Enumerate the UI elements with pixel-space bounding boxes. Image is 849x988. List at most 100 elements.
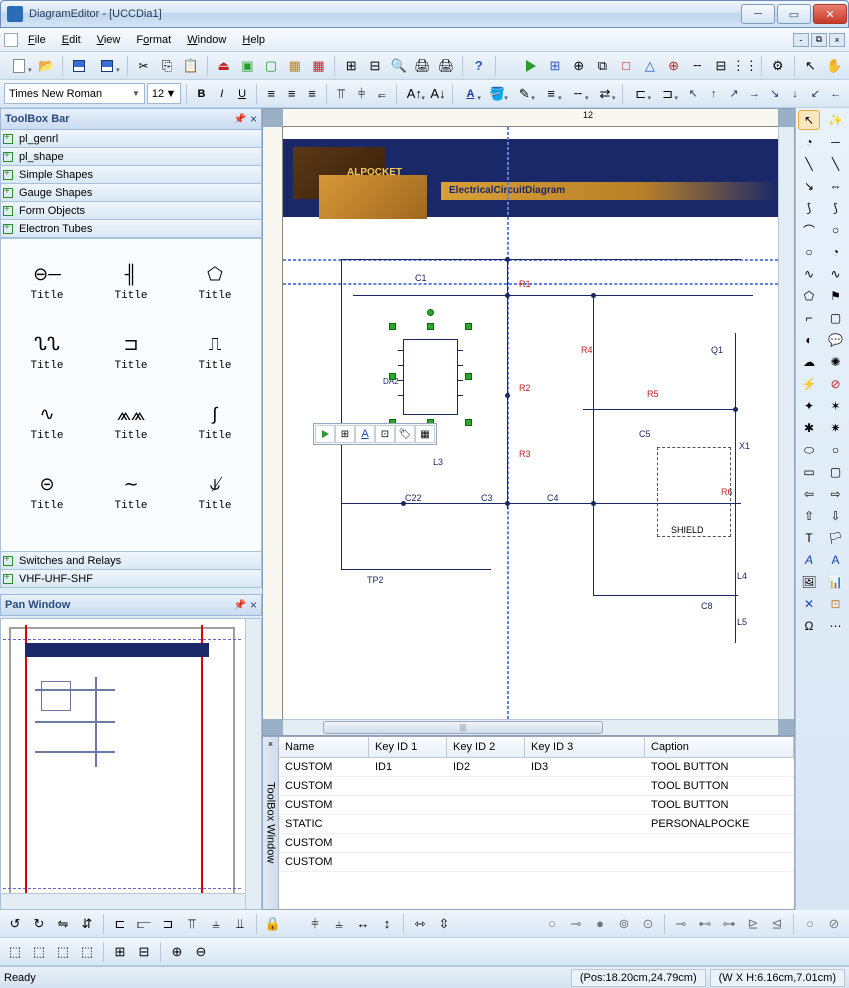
circle-tool[interactable]: ○	[825, 220, 847, 240]
copy-button[interactable]: ⎘	[156, 55, 178, 77]
spline-tool[interactable]: ∿	[798, 264, 820, 284]
select-tool[interactable]: ↖	[798, 110, 820, 130]
align-t-button[interactable]: ⫪	[181, 913, 203, 935]
ruler-vertical[interactable]	[263, 127, 283, 719]
rect-tool[interactable]: ▭	[798, 462, 820, 482]
resize-handle[interactable]	[389, 323, 396, 330]
canvas-scrollbar-vertical[interactable]	[778, 127, 794, 719]
distribute-v-button[interactable]: ⫨	[328, 913, 350, 935]
wand-tool[interactable]: ✨	[825, 110, 847, 130]
minimize-button[interactable]: ─	[741, 4, 775, 24]
ctx-grid-button[interactable]: ⊞	[335, 425, 355, 443]
callout-tool[interactable]: ◐	[798, 330, 820, 350]
maximize-button[interactable]: ▭	[777, 4, 811, 24]
resize-handle[interactable]	[465, 419, 472, 426]
conn-3-button[interactable]: ●	[589, 913, 611, 935]
toolbox-category[interactable]: pl_shape	[0, 148, 262, 166]
snap-grid-button[interactable]: ⊕	[568, 55, 590, 77]
oval-tool[interactable]: ⬭	[798, 440, 820, 460]
print-button[interactable]: 🖨	[412, 55, 434, 77]
uparrow-tool[interactable]: ⇧	[798, 506, 820, 526]
italic-button[interactable]: I	[213, 83, 231, 105]
canvas-scrollbar-horizontal[interactable]: |||	[283, 719, 778, 735]
symbol-resistor[interactable]: ∿Title	[5, 387, 89, 457]
align-r-button[interactable]: ⊐	[157, 913, 179, 935]
toolbox-category[interactable]: Form Objects	[0, 202, 262, 220]
conn-12-button[interactable]: ⊘	[823, 913, 845, 935]
col-name[interactable]: Name	[279, 737, 369, 757]
ruler-horizontal[interactable]: 12	[283, 109, 778, 127]
group-button[interactable]: ▣	[236, 55, 258, 77]
star2-tool[interactable]: ✱	[798, 418, 820, 438]
mdi-close-button[interactable]: ×	[829, 33, 845, 47]
ctx-colors-button[interactable]: ▦	[415, 425, 435, 443]
symbol-integral[interactable]: ∫Title	[173, 387, 257, 457]
toolbox-category[interactable]: Simple Shapes	[0, 166, 262, 184]
line-style-button[interactable]: ≡▾	[539, 83, 564, 105]
valign-bottom-button[interactable]: ⫭	[373, 83, 391, 105]
crosshair-button[interactable]: ⊕	[663, 55, 685, 77]
speech-tool[interactable]: 💬	[825, 330, 847, 350]
hline-tool[interactable]: ─	[825, 132, 847, 152]
flip-v-button[interactable]: ⇵	[76, 913, 98, 935]
spacing-v-button[interactable]: ⇳	[433, 913, 455, 935]
dash-button[interactable]: ╌	[686, 55, 708, 77]
image-tool[interactable]: 🖼	[798, 572, 820, 592]
delete-layer-button[interactable]: ▦	[308, 55, 330, 77]
pan-button[interactable]: ✋	[823, 55, 845, 77]
corner-tool[interactable]: ⌐	[798, 308, 820, 328]
valign-middle-button[interactable]: ⫩	[352, 83, 370, 105]
ctx-prop-button[interactable]: ⊡	[375, 425, 395, 443]
oval2-tool[interactable]: ○	[825, 440, 847, 460]
more-tool[interactable]: ⋯	[825, 616, 847, 636]
line-tool[interactable]: ╲	[798, 154, 820, 174]
arrow-style-button[interactable]: ⇄▾	[593, 83, 618, 105]
mdi-minimize-button[interactable]: -	[793, 33, 809, 47]
close-button[interactable]: ✕	[813, 4, 847, 24]
pan-pin-icon[interactable]: 📌	[234, 600, 246, 611]
table-row[interactable]: CUSTOMID1ID2ID3TOOL BUTTON	[279, 758, 794, 777]
arc-tool[interactable]: ⌒	[798, 220, 820, 240]
properties-close-icon[interactable]: ×	[268, 739, 273, 749]
distribute-h-button[interactable]: ⫩	[304, 913, 326, 935]
back-button[interactable]: ⬚	[28, 941, 50, 963]
lock-button[interactable]: 🔒	[262, 913, 284, 935]
ungroup-button[interactable]: ▢	[260, 55, 282, 77]
richtext-tool[interactable]: A	[825, 550, 847, 570]
v-line-tool[interactable]: ╲	[825, 154, 847, 174]
resize-handle[interactable]	[465, 323, 472, 330]
col-caption[interactable]: Caption	[645, 737, 794, 757]
ic-component[interactable]	[403, 339, 458, 415]
menu-help[interactable]: Help	[234, 32, 273, 48]
paste-button[interactable]: 📋	[180, 55, 202, 77]
cut-button[interactable]	[133, 55, 155, 77]
rotate-left-button[interactable]: ↺	[4, 913, 26, 935]
align-left-button[interactable]: ≡	[262, 83, 280, 105]
conn-10-button[interactable]: ⊴	[766, 913, 788, 935]
symbol-source[interactable]: ⊝Title	[5, 457, 89, 527]
arrow-tool[interactable]: ↘	[798, 176, 820, 196]
dir-ne-button[interactable]: ↗	[725, 83, 743, 105]
conn-4-button[interactable]: ⊚	[613, 913, 635, 935]
ctx-tag-button[interactable]: 🏷	[395, 425, 415, 443]
curve-tool[interactable]: ⟆	[798, 198, 820, 218]
symbol-variable[interactable]: ⫝̸Title	[173, 457, 257, 527]
line-color-button[interactable]: ✎▾	[512, 83, 537, 105]
double-arrow-tool[interactable]: ⇔	[825, 176, 847, 196]
bolt-tool[interactable]: ⚡	[798, 374, 820, 394]
ungroup2-button[interactable]: ⊟	[133, 941, 155, 963]
resize-handle[interactable]	[427, 323, 434, 330]
valign-top-button[interactable]: ⫪	[332, 83, 350, 105]
bold-button[interactable]: B	[192, 83, 210, 105]
table-row[interactable]: CUSTOMTOOL BUTTON	[279, 796, 794, 815]
font-grow-button[interactable]: A↑▾	[402, 83, 427, 105]
star4-tool[interactable]: ✷	[825, 418, 847, 438]
toolbox-pin-icon[interactable]: 📌	[234, 114, 246, 125]
x-tool[interactable]: ✕	[798, 594, 820, 614]
drawing-canvas[interactable]: ALPOCKET ElectricalCircuitDiagram	[283, 127, 778, 719]
cloud-tool[interactable]: ☁	[798, 352, 820, 372]
pan-close-icon[interactable]: ×	[250, 598, 257, 612]
align-c-button[interactable]: ⫍	[133, 913, 155, 935]
downarrow-tool[interactable]: ⇩	[825, 506, 847, 526]
star1-tool[interactable]: ✦	[798, 396, 820, 416]
